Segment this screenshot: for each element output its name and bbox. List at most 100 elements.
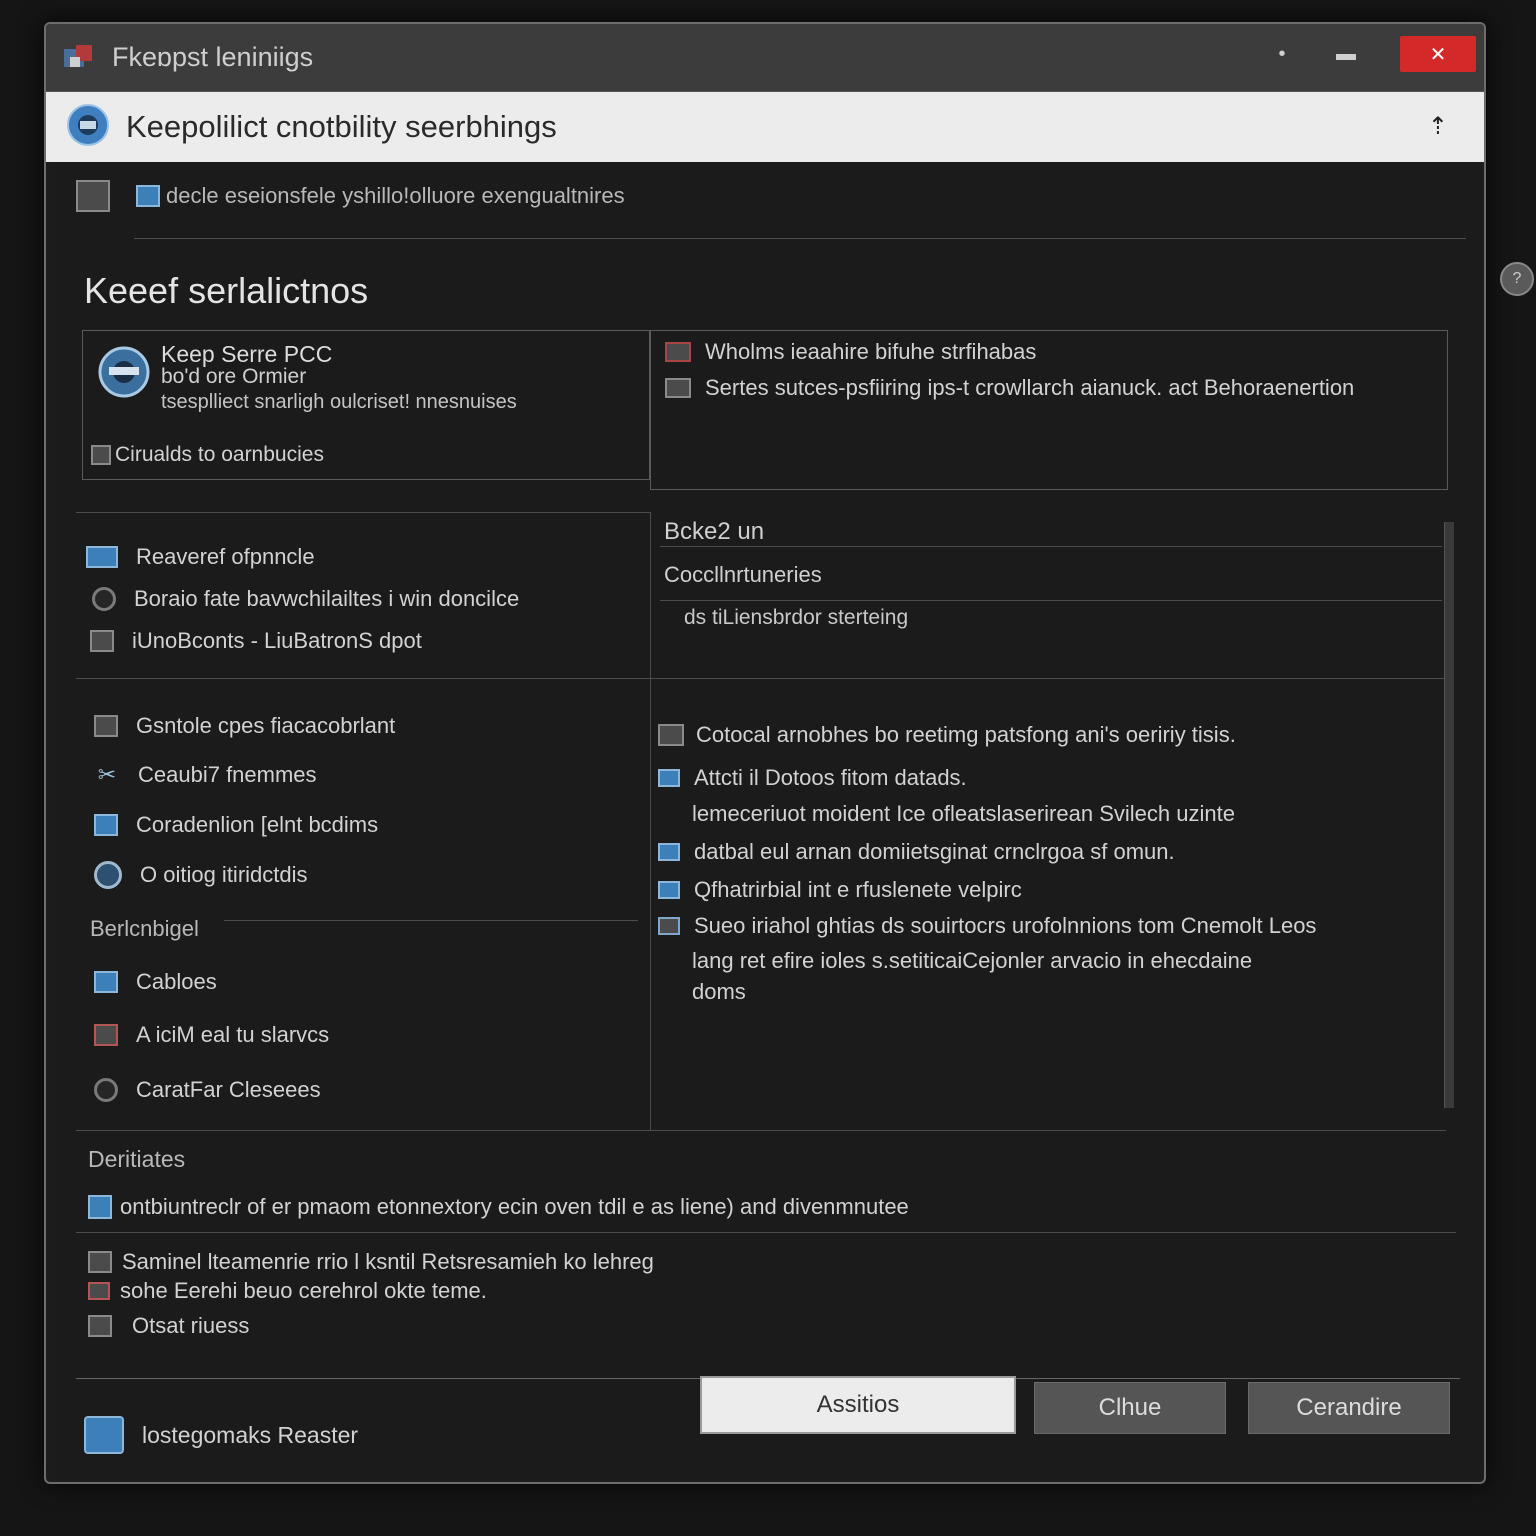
maximize-button[interactable]: ▬ [1314, 36, 1378, 72]
list-item-label: Sueo iriahol ghtias ds souirtocrs urofol… [694, 913, 1317, 938]
flag-icon [88, 1251, 112, 1273]
pin-icon[interactable]: ⇡ [1428, 112, 1448, 141]
info-icon [88, 1195, 112, 1219]
list-item-label: Ceaubi7 fnemmes [138, 762, 317, 787]
list-item-label: Reaveref ofpnncle [136, 544, 315, 569]
details-item: Saminel lteamenrie rrio l ksntil Retsres… [88, 1248, 654, 1276]
right-list: Cotocal arnobhes bo reetimg patsfong ani… [658, 710, 1438, 1006]
alert-icon [88, 1282, 110, 1300]
chat-icon [94, 971, 118, 993]
left-group-3: Cabloes A iciM eal tu slarvcs CaratFar C… [94, 956, 329, 1118]
monitor-icon [658, 881, 680, 899]
divider [76, 1130, 1446, 1131]
card-right-item[interactable]: Wholms ieaahire bifuhe strfihabas [665, 339, 1036, 365]
details-item-label: Saminel lteamenrie rrio l ksntil Retsres… [122, 1249, 654, 1274]
left-group-2: Gsntole cpes fiacacobrlant ✂ Ceaubi7 fne… [94, 702, 395, 900]
tertiary-button[interactable]: Cerandire [1248, 1382, 1450, 1434]
list-item[interactable]: Boraio fate bavwchilailtes i win doncilc… [86, 578, 519, 620]
list-item[interactable]: Coradenlion [elnt bcdims [94, 800, 395, 850]
list-item[interactable]: Sueo iriahol ghtias ds souirtocrs urofol… [658, 908, 1438, 944]
list-item-label: Coradenlion [elnt bcdims [136, 812, 379, 837]
list-item[interactable]: Cotocal arnobhes bo reetimg patsfong ani… [658, 710, 1438, 760]
camera-icon [97, 345, 151, 404]
folder-icon[interactable] [76, 180, 110, 212]
list-item[interactable]: datbal eul arnan domiietsginat crnclrgoa… [658, 832, 1438, 872]
divider [76, 512, 650, 513]
list-item[interactable]: Qfhatrirbial int e rfuslenete velpirc [658, 872, 1438, 908]
details-list: Saminel lteamenrie rrio l ksntil Retsres… [88, 1248, 654, 1346]
list-item-label: A iciM eal tu slarvcs [136, 1022, 330, 1047]
monitor-icon [665, 342, 691, 362]
photo-icon [94, 1024, 118, 1046]
pencil-icon [658, 843, 680, 861]
right-panel-field-value[interactable]: ds tiLiensbrdor sterteing [684, 606, 908, 630]
divider [76, 678, 1446, 679]
app-icon [62, 43, 96, 73]
toolbar: decle eseionsfele yshillo!olluore exengu… [76, 180, 625, 212]
list-item[interactable]: O oitiog itiridctdis [94, 850, 395, 900]
list-item-text: doms [658, 978, 1438, 1006]
card-left: Keep Serre PCC bo'd ore Ormier tsespllie… [82, 330, 650, 480]
file-icon [94, 814, 118, 836]
page-header: Keepolilict cnotbility seerbhings ⇡ [46, 92, 1484, 162]
primary-button[interactable]: Assitios [700, 1376, 1016, 1434]
list-item-label: Cabloes [136, 969, 217, 994]
section-title: Keeef serlalictnos [84, 270, 369, 311]
toolbar-path: decle eseionsfele yshillo!olluore exengu… [166, 183, 625, 208]
left-group-1: Reaveref ofpnncle Boraio fate bavwchilai… [86, 536, 519, 662]
column-divider [650, 512, 651, 1130]
minimize-button[interactable]: • [1250, 36, 1314, 72]
list-item[interactable]: Gsntole cpes fiacacobrlant [94, 702, 395, 750]
list-item-label: lang ret efire ioles s.setiticaiCejonler… [692, 948, 1253, 973]
list-item-label: lemeceriuot moident Ice ofleatslaserirea… [692, 801, 1235, 826]
divider [660, 546, 1442, 547]
window-icon [86, 546, 118, 568]
details-line: ontbiuntreclr of er pmaom etonnextory ec… [88, 1194, 909, 1220]
list-item-text: lang ret efire ioles s.setiticaiCejonler… [658, 944, 1438, 978]
footer-label[interactable]: lostegomaks Reaster [84, 1416, 358, 1454]
window-icon [658, 724, 684, 746]
details-item[interactable]: Otsat riuess [88, 1306, 654, 1346]
list-item-label: Cotocal arnobhes bo reetimg patsfong ani… [696, 722, 1236, 747]
list-item-label: Gsntole cpes fiacacobrlant [136, 713, 396, 738]
close-button[interactable]: ✕ [1400, 36, 1476, 72]
list-item-label: datbal eul arnan domiietsginat crnclrgoa… [694, 839, 1175, 864]
card-left-link[interactable]: Cirualds to oarnbucies [91, 443, 324, 467]
window-title: Fkeɒpst leniniigs [112, 42, 314, 72]
card-left-description: tsesplliect snarligh oulcriset! nnesnuis… [161, 391, 517, 413]
divider [660, 600, 1442, 601]
divider [76, 1232, 1456, 1233]
image-icon [91, 445, 111, 465]
gear-icon [94, 1078, 118, 1102]
divider [224, 920, 638, 921]
refresh-icon [94, 861, 122, 889]
list-item[interactable]: ✂ Ceaubi7 fnemmes [94, 750, 395, 800]
list-item-label: Attcti il Dotoos fitom datads. [694, 765, 967, 790]
image-icon [658, 917, 680, 935]
list-item[interactable]: Attcti il Dotoos fitom datads. [658, 760, 1438, 796]
details-item-label: sohe Eerehi beuo cerehrol okte teme. [120, 1278, 487, 1303]
list-item[interactable]: iUnoBconts - LiuBatronS dpot [86, 620, 519, 662]
details-item-label: Otsat riuess [132, 1313, 250, 1338]
list-item[interactable]: CaratFar Cleseees [94, 1062, 329, 1118]
left-group-3-heading: Berlcnbigel [90, 916, 199, 941]
details-line-text: ontbiuntreclr of er pmaom etonnextory ec… [120, 1194, 909, 1219]
tools-icon: ✂ [97, 762, 117, 787]
right-panel-heading: Bcke2 un [664, 518, 765, 545]
link-icon [658, 769, 680, 787]
card-left-title: Keep Serre PCC [161, 341, 333, 367]
secondary-button[interactable]: Clhue [1034, 1382, 1226, 1434]
scrollbar[interactable] [1444, 522, 1454, 1108]
card-left-link-label: Cirualds to oarnbucies [115, 443, 324, 466]
list-item-label: O oitiog itiridctdis [140, 862, 308, 887]
window-controls: • ▬ ✕ [1250, 36, 1476, 72]
list-item[interactable]: Cabloes [94, 956, 329, 1008]
card-right-item[interactable]: Sertes sutces-psfiiring ips-t crowllarch… [665, 375, 1354, 401]
help-icon[interactable]: ? [1500, 262, 1534, 296]
list-item[interactable]: Reaveref ofpnncle [86, 536, 519, 578]
card-right-item-label: Sertes sutces-psfiiring ips-t crowllarch… [705, 375, 1355, 400]
list-item[interactable]: A iciM eal tu slarvcs [94, 1008, 329, 1062]
details-heading: Deritiates [88, 1146, 186, 1172]
document-list-icon [94, 715, 118, 737]
shield-icon [66, 103, 110, 152]
